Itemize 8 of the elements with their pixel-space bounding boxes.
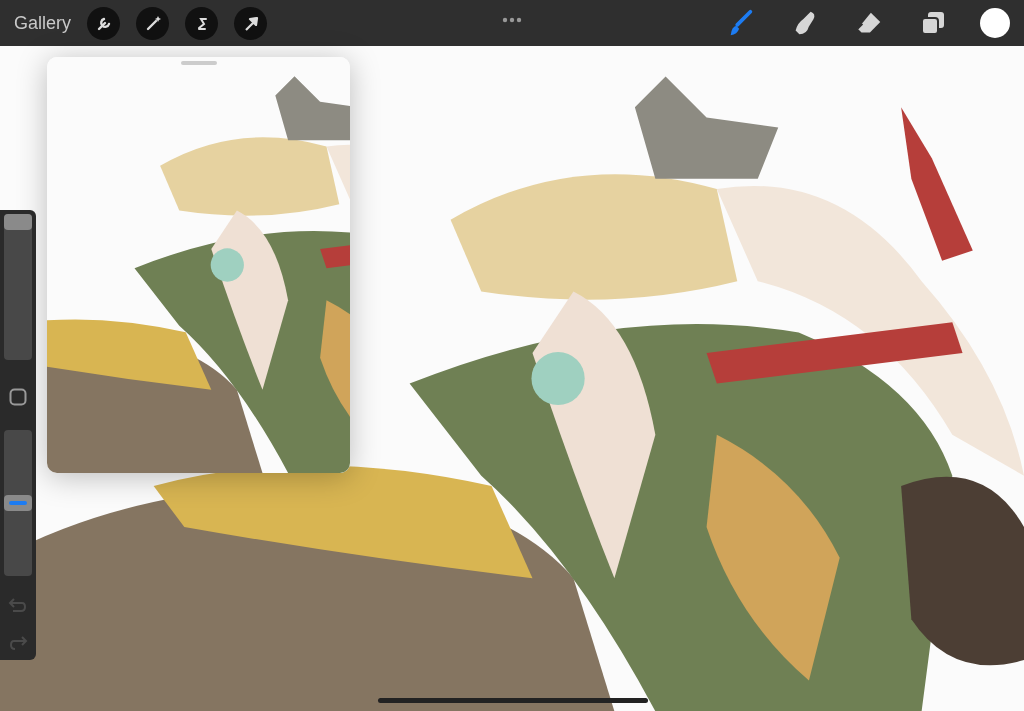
- layers-icon: [920, 10, 946, 36]
- color-swatch[interactable]: [980, 8, 1010, 38]
- adjustments-button[interactable]: [136, 6, 169, 40]
- more-icon[interactable]: [502, 16, 522, 23]
- actions-button[interactable]: [87, 6, 120, 40]
- gallery-button[interactable]: Gallery: [14, 9, 71, 37]
- transform-button[interactable]: [234, 6, 267, 40]
- selection-button[interactable]: [185, 6, 218, 40]
